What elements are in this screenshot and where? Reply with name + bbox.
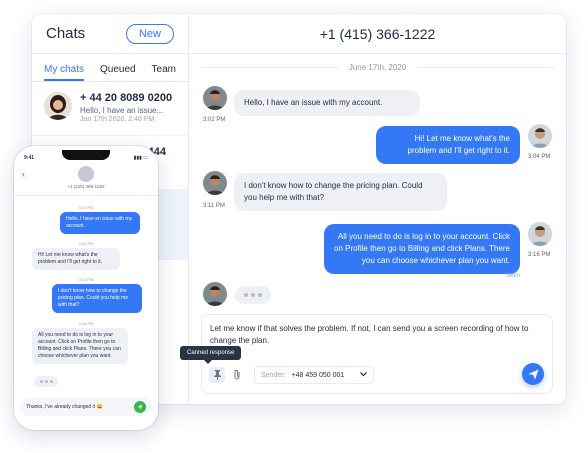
mobile-send-icon[interactable] xyxy=(134,401,146,413)
mobile-message-input[interactable]: Thanks, I've already changed it 😀 xyxy=(20,398,152,416)
tab-my-chats[interactable]: My chats xyxy=(44,64,85,81)
conversation-panel: +1 (415) 366-1222 June 17th, 2020 3:02 P… xyxy=(180,14,566,404)
mobile-incoming-message: Hi! Let me know what's the problem and I… xyxy=(32,248,120,270)
mobile-preview: 9:41 ▮▮▮ ▭ ‹ +1 (415) 366-1222 3:02 PM H… xyxy=(14,146,158,430)
mobile-input-text: Thanks, I've already changed it 😀 xyxy=(26,404,103,410)
send-icon[interactable] xyxy=(522,363,544,385)
phone-notch xyxy=(62,150,110,160)
mobile-incoming-message: All you need to do is log in to your acc… xyxy=(32,328,128,364)
date-divider: June 17th, 2020 xyxy=(201,63,555,72)
chevron-down-icon xyxy=(360,371,367,379)
sender-select[interactable]: Sender: +48 459 050 001 xyxy=(254,366,374,384)
message-time: 3:16 PM xyxy=(528,252,551,258)
sidebar-header: Chats New xyxy=(32,14,188,54)
canned-response-tooltip: Canned response xyxy=(180,346,242,364)
tab-team[interactable]: Team xyxy=(152,64,176,81)
chat-preview: Hello, I have an issue... xyxy=(80,106,164,115)
agent-avatar xyxy=(528,222,552,246)
signal-battery-icon: ▮▮▮ ▭ xyxy=(133,155,148,161)
incoming-message: Hello, I have an issue with my account. xyxy=(234,90,420,116)
chat-list-item[interactable]: + 44 20 8089 0200 Hello, I have an issue… xyxy=(32,82,188,136)
customer-avatar xyxy=(203,171,227,195)
avatar xyxy=(44,92,72,120)
conversation-title: +1 (415) 366-1222 xyxy=(189,14,566,54)
outgoing-message: All you need to do is log in to your acc… xyxy=(324,224,520,274)
seen-indicator: Seen xyxy=(506,273,521,279)
pin-icon[interactable] xyxy=(209,367,225,383)
message-composer[interactable]: Let me know if that solves the problem. … xyxy=(180,314,553,394)
tab-queued[interactable]: Queued xyxy=(100,64,136,81)
new-chat-button[interactable]: New xyxy=(125,23,174,44)
message-time: 3:02 PM xyxy=(78,205,94,210)
back-arrow-icon[interactable]: ‹ xyxy=(22,169,25,179)
incoming-message: I don't know how to change the pricing p… xyxy=(234,173,447,211)
message-time: 3:11 PM xyxy=(203,203,225,209)
status-time: 9:41 xyxy=(24,155,35,161)
message-time: 3:04 PM xyxy=(528,154,551,160)
chat-tabs: My chats Queued Team xyxy=(32,54,188,82)
message-time: 3:04 PM xyxy=(78,241,94,246)
mobile-contact-number: +1 (415) 366-1222 xyxy=(67,184,105,189)
customer-avatar xyxy=(203,86,227,110)
mobile-outgoing-message: Hello, I have an issue with my account. xyxy=(60,212,140,234)
mobile-typing-indicator xyxy=(34,376,58,387)
chat-contact-name: + 44 20 8089 0200 xyxy=(80,92,173,104)
typing-indicator xyxy=(235,286,271,304)
outgoing-message: Hi! Let me know what's the problem and I… xyxy=(376,126,520,164)
contact-avatar-icon xyxy=(78,166,94,182)
mobile-outgoing-message: I don't know how to change the pricing p… xyxy=(52,284,142,313)
agent-avatar xyxy=(528,124,552,148)
chat-timestamp: Jun 17th 2020, 2:46 PM xyxy=(80,116,155,123)
message-time: 3:11 PM xyxy=(78,277,94,282)
date-label: June 17th, 2020 xyxy=(348,63,407,72)
message-input[interactable]: Let me know if that solves the problem. … xyxy=(210,323,544,347)
customer-avatar xyxy=(203,282,227,306)
sender-value: +48 459 050 001 xyxy=(291,371,345,379)
paperclip-icon[interactable] xyxy=(230,367,244,383)
sender-label: Sender: xyxy=(261,371,286,379)
mobile-header: ‹ +1 (415) 366-1222 xyxy=(14,162,158,196)
sidebar-title: Chats xyxy=(46,25,86,42)
message-time: 3:16 PM xyxy=(78,321,94,326)
message-time: 3:02 PM xyxy=(203,117,226,123)
